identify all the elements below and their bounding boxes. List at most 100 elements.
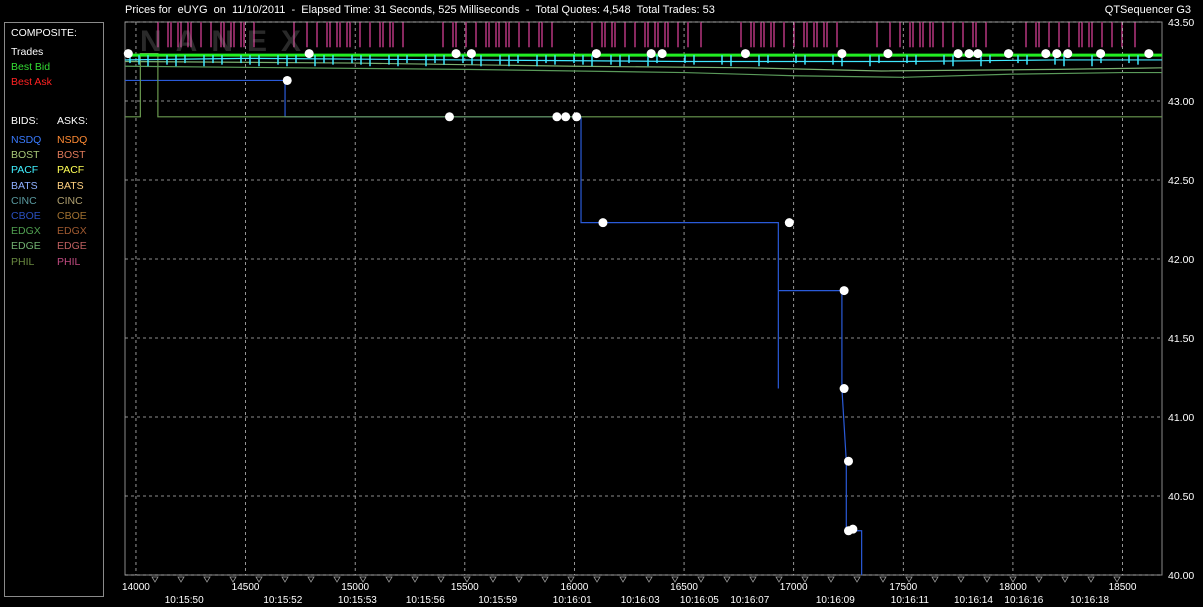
legend-ask-pacf: PACF: [57, 164, 85, 177]
legend-bid-bats: BATS: [11, 179, 38, 192]
price-chart: 43.50 43.00 42.50 42.00 41.50 41.00 40.50 40.00…: [122, 17, 1194, 606]
time-label: 10:16:01: [553, 595, 592, 606]
trade-point: [657, 49, 667, 59]
trade-point: [552, 112, 562, 122]
x-tick-label: 14000: [122, 582, 150, 593]
tick-marker: [619, 576, 627, 583]
legend-best-ask: Best Ask: [11, 76, 52, 88]
tick-marker: [437, 576, 445, 583]
trade-point: [1144, 49, 1154, 59]
y-tick-label: 43.00: [1168, 96, 1194, 108]
tick-marker: [1087, 576, 1095, 583]
legend-bid-cinc: CINC: [11, 194, 37, 207]
tick-marker: [749, 576, 757, 583]
tick-marker: [541, 576, 549, 583]
trade-point: [282, 75, 292, 85]
plot-area: [124, 21, 1163, 576]
legend-best-bid: Best Bid: [11, 61, 51, 73]
legend-bids-title: BIDS:: [11, 115, 39, 127]
time-label: 10:16:03: [621, 595, 660, 606]
trade-point: [883, 49, 893, 59]
y-tick-label: 43.50: [1168, 17, 1194, 29]
trade-point: [1004, 49, 1014, 59]
legend-trades: Trades: [11, 46, 44, 58]
x-tick-label: 17500: [889, 582, 917, 593]
y-tick-label: 42.00: [1168, 254, 1194, 266]
trade-point: [1052, 49, 1062, 59]
legend-bid-cboe: CBOE: [11, 210, 41, 222]
y-tick-label: 41.50: [1168, 333, 1194, 345]
trade-point: [973, 49, 983, 59]
tick-marker: [931, 576, 939, 583]
chart-title: Prices for eUYG on 11/10/2011 - Elapsed …: [125, 4, 715, 16]
legend-bid-bost: BOST: [11, 149, 40, 162]
x-tick-label: 15500: [451, 582, 479, 593]
trade-point: [784, 218, 794, 228]
trade-point: [444, 112, 454, 122]
trade-point: [451, 49, 461, 59]
tick-marker: [723, 576, 731, 583]
time-label: 10:16:07: [730, 595, 769, 606]
legend-asks-title: ASKS:: [57, 115, 88, 127]
legend-bid-edgx: EDGX: [11, 225, 41, 238]
trade-point: [572, 112, 582, 122]
legend-ask-phil: PHIL: [57, 255, 81, 268]
legend-composite-title: COMPOSITE:: [11, 27, 77, 39]
trade-point: [1096, 49, 1106, 59]
time-label: 10:16:09: [816, 595, 855, 606]
time-label: 10:16:18: [1070, 595, 1109, 606]
tick-marker: [1035, 576, 1043, 583]
x-tick-label: 16000: [561, 582, 589, 593]
tick-marker: [593, 576, 601, 583]
legend-ask-bats: BATS: [57, 179, 84, 192]
tick-marker: [697, 576, 705, 583]
tick-marker: [203, 576, 211, 583]
trade-point: [964, 49, 974, 59]
legend-bid-nsdq: NSDQ: [11, 134, 42, 146]
time-label: 10:16:05: [680, 595, 719, 606]
trade-point: [1063, 49, 1073, 59]
legend-ask-edgx: EDGX: [57, 225, 87, 238]
tick-marker: [827, 576, 835, 583]
tick-marker: [645, 576, 653, 583]
trade-point: [598, 218, 608, 228]
time-label: 10:15:56: [406, 595, 445, 606]
trade-point: [843, 456, 853, 466]
x-tick-label: 18000: [999, 582, 1027, 593]
tick-marker: [853, 576, 861, 583]
trade-point: [561, 112, 571, 122]
tick-marker: [385, 576, 393, 583]
y-tick-label: 40.50: [1168, 491, 1194, 503]
tick-marker: [333, 576, 341, 583]
trade-point: [1041, 49, 1051, 59]
y-tick-label: 42.50: [1168, 175, 1194, 187]
legend-ask-bost: BOST: [57, 149, 86, 162]
trade-point: [466, 49, 476, 59]
tick-marker: [177, 576, 185, 583]
tick-marker: [983, 576, 991, 583]
tick-marker: [515, 576, 523, 583]
legend-bid-edge: EDGE: [11, 240, 41, 253]
tick-marker: [1061, 576, 1069, 583]
trade-point: [837, 49, 847, 59]
watermark-logo: NANEX: [140, 25, 316, 58]
trade-point: [740, 49, 750, 59]
legend-ask-nsdq: NSDQ: [57, 134, 88, 146]
legend-ask-cinc: CINC: [57, 194, 83, 207]
y-tick-label: 41.00: [1168, 412, 1194, 424]
trade-point: [839, 384, 849, 394]
time-label: 10:16:11: [891, 595, 930, 606]
tick-marker: [879, 576, 887, 583]
trade-point: [953, 49, 963, 59]
tick-marker: [307, 576, 315, 583]
trade-point: [591, 49, 601, 59]
y-tick-label: 40.00: [1168, 570, 1194, 582]
legend-bid-phil: PHIL: [11, 255, 35, 268]
legend-ask-cboe: CBOE: [57, 210, 87, 222]
x-tick-label: 14500: [232, 582, 260, 593]
trade-point: [123, 49, 133, 59]
app-brand: QTSequencer G3: [1104, 4, 1191, 16]
x-tick-label: 18500: [1109, 582, 1137, 593]
time-label: 10:15:50: [165, 595, 204, 606]
trade-point: [839, 286, 849, 296]
